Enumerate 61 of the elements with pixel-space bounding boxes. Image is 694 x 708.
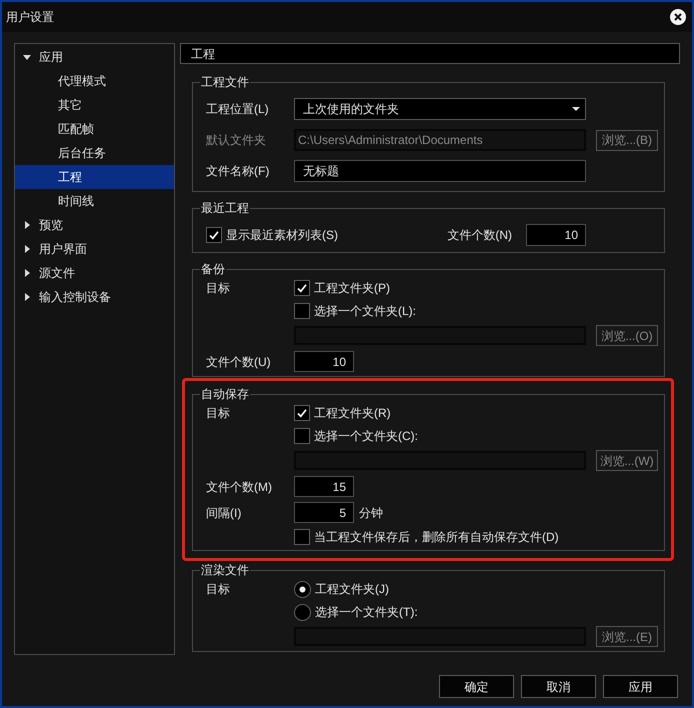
radio-button[interactable] <box>294 580 311 598</box>
group-title: 自动保存 <box>200 387 250 401</box>
tree-item[interactable]: 工程 <box>15 165 174 189</box>
tree-item[interactable]: 其它 <box>15 93 174 117</box>
option-label[interactable]: 当工程文件保存后，删除所有自动保存文件(D) <box>314 530 559 544</box>
checkbox[interactable] <box>294 405 310 421</box>
field-label: 文件个数(U) <box>206 354 271 368</box>
triangle-icon[interactable] <box>24 221 30 229</box>
option-label[interactable]: 显示最近素材列表(S) <box>226 228 338 242</box>
checkbox[interactable] <box>206 227 222 243</box>
field-label: 工程位置(L) <box>206 102 269 116</box>
tree-item[interactable]: 后台任务 <box>15 141 174 165</box>
page-header: 工程 <box>180 43 680 64</box>
field-label: 目标 <box>206 406 230 420</box>
triangle-icon[interactable] <box>23 54 31 60</box>
dialog-button[interactable]: 应用 <box>603 675 678 698</box>
text-field[interactable]: 无标题 <box>294 160 586 182</box>
checkbox[interactable] <box>294 303 310 319</box>
option-label[interactable]: 选择一个文件夹(T): <box>315 605 418 619</box>
tree-item[interactable]: 输入控制设备 <box>15 285 174 309</box>
option-label[interactable]: 选择一个文件夹(C): <box>314 429 418 443</box>
group-title: 渲染文件 <box>200 563 250 577</box>
tree-item[interactable]: 预览 <box>15 213 174 237</box>
option-label[interactable]: 选择一个文件夹(L): <box>314 304 416 318</box>
dialog-button[interactable]: 确定 <box>439 675 514 698</box>
field-label: 目标 <box>206 582 230 596</box>
field-label: 文件个数(M) <box>206 480 272 494</box>
dialog-button[interactable]: 取消 <box>521 675 596 698</box>
checkbox[interactable] <box>294 428 310 444</box>
number-field[interactable]: 5 <box>294 502 354 523</box>
option-label[interactable]: 工程文件夹(R) <box>314 406 391 420</box>
triangle-icon[interactable] <box>24 293 30 301</box>
triangle-icon[interactable] <box>24 245 30 253</box>
group-title: 最近工程 <box>200 201 250 215</box>
field-label: 文件个数(N) <box>447 228 512 242</box>
tree-item[interactable]: 应用 <box>15 45 174 69</box>
checkbox[interactable] <box>294 529 310 545</box>
tree-item[interactable]: 代理模式 <box>15 69 174 93</box>
field-label: 目标 <box>206 281 230 295</box>
field-label: 默认文件夹 <box>206 133 266 147</box>
field-label: 文件名称(F) <box>206 164 270 178</box>
radio-button[interactable] <box>294 604 311 620</box>
group-title: 工程文件 <box>200 75 250 89</box>
checkbox[interactable] <box>294 280 310 296</box>
tree-item[interactable]: 源文件 <box>15 261 174 285</box>
window-title: 用户设置 <box>6 10 54 24</box>
caret-icon[interactable] <box>572 107 580 111</box>
close-icon[interactable] <box>670 9 686 25</box>
dropdown[interactable]: 上次使用的文件夹 <box>294 98 586 120</box>
triangle-icon[interactable] <box>24 269 30 277</box>
option-label[interactable]: 工程文件夹(J) <box>315 582 389 596</box>
field-label: 间隔(I) <box>206 506 242 520</box>
number-field[interactable]: 15 <box>294 476 354 497</box>
option-label[interactable]: 工程文件夹(P) <box>314 281 390 295</box>
tree-item[interactable]: 匹配帧 <box>15 117 174 141</box>
tree-item[interactable]: 时间线 <box>15 189 174 213</box>
number-field[interactable]: 10 <box>526 224 586 246</box>
unit-label: 分钟 <box>359 506 383 520</box>
tree-item[interactable]: 用户界面 <box>15 237 174 261</box>
number-field[interactable]: 10 <box>294 351 354 372</box>
group-title: 备份 <box>200 262 226 276</box>
